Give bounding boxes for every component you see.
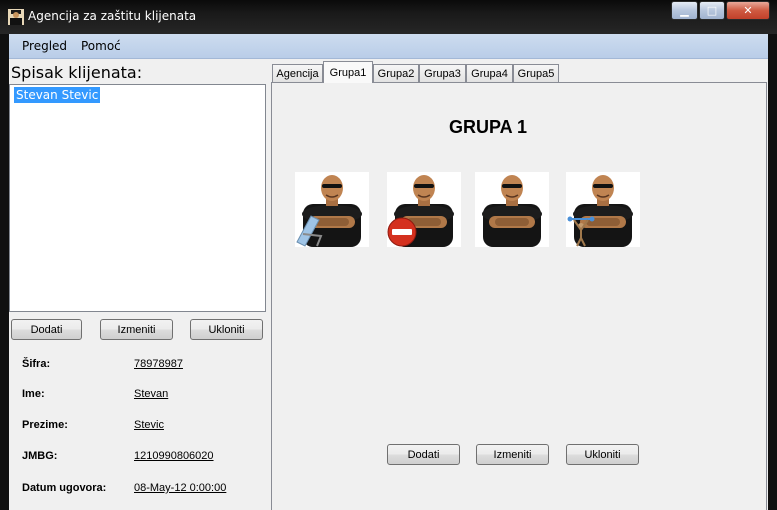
datum-ugovora-value: 08-May-12 0:00:00 [134, 482, 227, 494]
edit-guard-button[interactable]: Izmeniti [476, 444, 549, 465]
jmbg-value: 1210990806020 [134, 450, 214, 462]
client-list-title: Spisak klijenata: [11, 63, 143, 82]
ime-value: Stevan [134, 388, 169, 400]
sifra-label: Šifra: [22, 358, 51, 370]
close-button[interactable]: ✕ [726, 1, 770, 20]
close-icon: ✕ [743, 4, 753, 17]
window-border-left [0, 34, 9, 510]
maximize-button[interactable]: □ [699, 1, 725, 20]
tab-grupa3[interactable]: Grupa3 [419, 64, 466, 82]
app-icon [8, 9, 24, 25]
menu-pomoc[interactable]: Pomoć [81, 39, 121, 53]
app-window: Agencija za zaštitu klijenata ▁ □ ✕ Preg… [0, 0, 777, 510]
minimize-icon: ▁ [680, 4, 689, 17]
jmbg-label: JMBG: [22, 450, 58, 462]
window-border-right [768, 34, 777, 510]
window-controls: ▁ □ ✕ [670, 1, 770, 22]
add-client-button[interactable]: Dodati [11, 319, 82, 340]
sifra-value: 78978987 [134, 358, 183, 370]
tab-grupa2[interactable]: Grupa2 [373, 64, 419, 82]
prezime-value: Stevic [134, 419, 164, 431]
tab-grupa1[interactable]: Grupa1 [323, 61, 373, 83]
remove-guard-button[interactable]: Ukloniti [566, 444, 639, 465]
guard-card[interactable] [475, 172, 549, 247]
guard-card[interactable] [387, 172, 461, 247]
beach-chair-icon [296, 215, 323, 247]
tab-agencija[interactable]: Agencija [272, 64, 323, 82]
title-bar[interactable]: Agencija za zaštitu klijenata ▁ □ ✕ [0, 0, 777, 34]
client-listbox[interactable]: Stevan Stevic [9, 84, 266, 312]
edit-client-button[interactable]: Izmeniti [100, 319, 173, 340]
no-entry-icon [387, 217, 417, 247]
minimize-button[interactable]: ▁ [671, 1, 698, 20]
group-title: GRUPA 1 [449, 117, 528, 137]
guard-card[interactable] [566, 172, 640, 247]
weightlifter-icon [567, 216, 595, 247]
maximize-icon: □ [706, 4, 718, 17]
ime-label: Ime: [22, 388, 45, 400]
bodyguard-icon [482, 175, 542, 247]
prezime-label: Prezime: [22, 419, 68, 431]
menu-bar: Pregled Pomoć [9, 34, 768, 59]
tab-grupa4[interactable]: Grupa4 [466, 64, 513, 82]
add-guard-button[interactable]: Dodati [387, 444, 460, 465]
window-title: Agencija za zaštitu klijenata [28, 9, 197, 23]
menu-pregled[interactable]: Pregled [22, 39, 67, 53]
guard-card[interactable] [295, 172, 369, 247]
datum-ugovora-label: Datum ugovora: [22, 482, 107, 494]
list-item[interactable]: Stevan Stevic [14, 87, 101, 103]
tab-grupa5[interactable]: Grupa5 [513, 64, 559, 82]
remove-client-button[interactable]: Ukloniti [190, 319, 263, 340]
